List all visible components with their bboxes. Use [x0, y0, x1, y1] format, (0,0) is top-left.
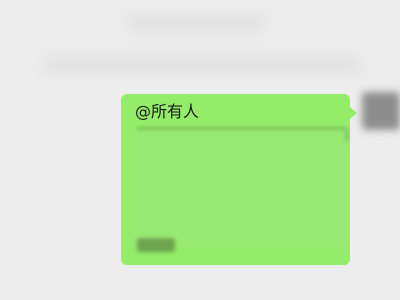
message-bubble[interactable]: @所有人 — [121, 94, 357, 265]
sender-avatar[interactable] — [362, 92, 400, 130]
chat-screen: @所有人 — [0, 0, 400, 300]
redacted-message-content — [131, 129, 346, 247]
obscured-message-line — [137, 238, 175, 252]
blurred-system-notice — [44, 57, 360, 73]
blurred-timestamp — [128, 16, 264, 30]
mention-all-label: @所有人 — [135, 102, 200, 121]
